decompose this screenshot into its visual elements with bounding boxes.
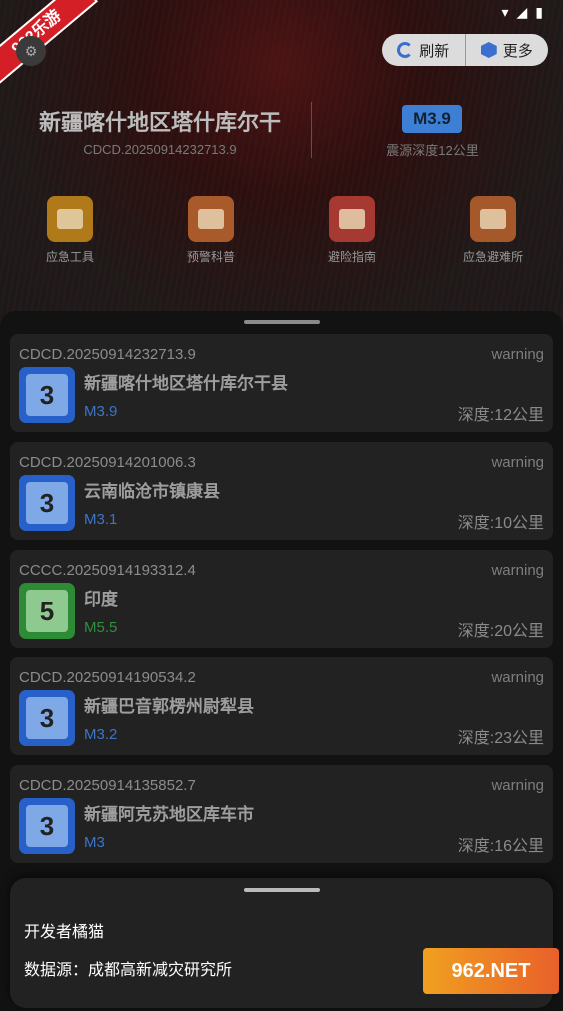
quake-tag: warning — [491, 669, 544, 686]
quake-card[interactable]: CDCD.20250914201006.3 warning 3 云南临沧市镇康县… — [10, 442, 553, 540]
refresh-button[interactable]: 刷新 — [382, 34, 465, 66]
quake-depth: 深度:10公里 — [457, 515, 544, 532]
quick-action-label: 应急工具 — [45, 250, 94, 264]
intensity-badge: 3 — [19, 690, 75, 746]
book-icon — [188, 196, 234, 242]
quake-tag: warning — [491, 777, 544, 794]
wifi-icon: ▾ — [501, 3, 509, 20]
quake-card[interactable]: CDCD.20250914232713.9 warning 3 新疆喀什地区塔什… — [10, 334, 553, 432]
top-button-group: 刷新 更多 — [382, 34, 548, 66]
sheet-drag-handle[interactable] — [244, 320, 320, 324]
quake-location: 新疆阿克苏地区库车市 — [84, 805, 254, 824]
quake-card[interactable]: CDCD.20250914190534.2 warning 3 新疆巴音郭楞州尉… — [10, 657, 553, 755]
quake-location: 印度 — [84, 590, 118, 609]
quake-depth: 深度:23公里 — [457, 730, 544, 747]
quake-magnitude: M3 — [84, 834, 105, 851]
quake-tag: warning — [491, 454, 544, 471]
toolbox-icon — [47, 196, 93, 242]
quake-tag: warning — [491, 562, 544, 579]
quake-location: 新疆巴音郭楞州尉犁县 — [84, 697, 254, 716]
quake-magnitude: M3.1 — [84, 511, 118, 528]
battery-icon: ▮ — [535, 3, 543, 20]
intensity-badge: 3 — [19, 475, 75, 531]
quick-action-safety-guide[interactable]: 避险指南 — [307, 196, 397, 265]
shelter-icon — [470, 196, 516, 242]
quake-card[interactable]: CDCD.20250914135852.7 warning 3 新疆阿克苏地区库… — [10, 765, 553, 863]
hero-magnitude-badge: M3.9 — [402, 105, 462, 133]
quake-code: CDCD.20250914232713.9 — [19, 346, 196, 363]
site-watermark: 962.NET — [423, 948, 559, 994]
hexagon-icon — [480, 42, 497, 58]
quick-action-label: 应急避难所 — [462, 250, 523, 264]
quake-depth: 深度:20公里 — [457, 623, 544, 640]
signal-icon: ◢ — [516, 3, 528, 20]
hero-location: 新疆喀什地区塔什库尔干 — [38, 110, 281, 135]
quake-location: 云南临沧市镇康县 — [84, 482, 220, 501]
quick-action-shelter[interactable]: 应急避难所 — [448, 196, 538, 265]
quick-action-label: 预警科普 — [186, 250, 235, 264]
quake-location: 新疆喀什地区塔什库尔干县 — [84, 374, 288, 393]
refresh-icon — [397, 42, 414, 58]
quake-magnitude: M5.5 — [84, 619, 118, 636]
hero-divider — [311, 102, 312, 158]
intensity-badge: 3 — [19, 798, 75, 854]
quake-depth: 深度:12公里 — [457, 407, 544, 424]
hero-code: CDCD.20250914232713.9 — [83, 142, 237, 157]
quake-card[interactable]: CCCC.20250914193312.4 warning 5 印度 M5.5 … — [10, 550, 553, 648]
quick-action-warning-science[interactable]: 预警科普 — [166, 196, 256, 265]
status-bar: ▾ ◢ ▮ — [501, 2, 543, 22]
developer-name: 开发者橘猫 — [24, 924, 105, 941]
more-label: 更多 — [502, 42, 533, 60]
quake-code: CCCC.20250914193312.4 — [19, 562, 196, 579]
quake-magnitude: M3.9 — [84, 403, 118, 420]
quake-code: CDCD.20250914201006.3 — [19, 454, 196, 471]
quake-code: CDCD.20250914190534.2 — [19, 669, 196, 686]
intensity-badge: 3 — [19, 367, 75, 423]
settings-icon[interactable]: ⚙ — [16, 36, 46, 66]
quake-code: CDCD.20250914135852.7 — [19, 777, 196, 794]
data-source: 数据源：成都高新减灾研究所 — [24, 962, 233, 979]
alarm-icon — [329, 196, 375, 242]
panel-drag-handle[interactable] — [244, 888, 320, 892]
more-button[interactable]: 更多 — [464, 34, 549, 66]
quick-action-emergency-tools[interactable]: 应急工具 — [25, 196, 115, 265]
quake-tag: warning — [491, 346, 544, 363]
quake-magnitude: M3.2 — [84, 726, 118, 743]
intensity-badge: 5 — [19, 583, 75, 639]
quake-depth: 深度:16公里 — [457, 838, 544, 855]
quick-action-label: 避险指南 — [327, 250, 376, 264]
refresh-label: 刷新 — [419, 42, 450, 60]
hero-depth: 震源深度12公里 — [386, 143, 479, 158]
